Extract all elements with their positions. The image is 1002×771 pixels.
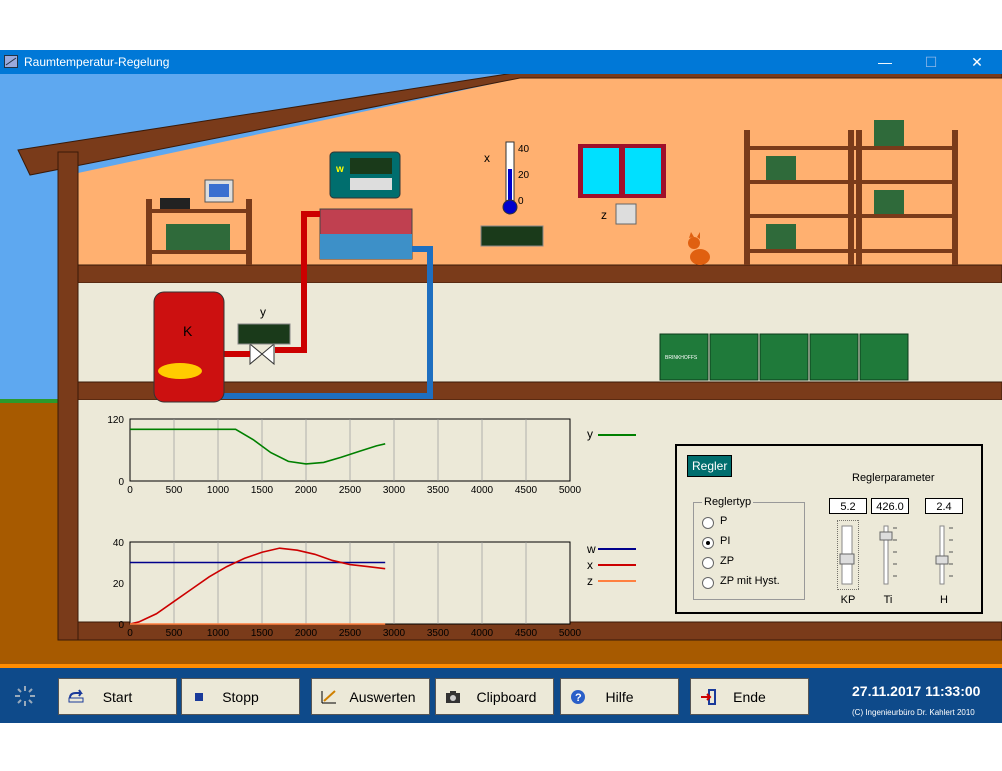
hilfe-button[interactable]: ? Hilfe bbox=[560, 678, 679, 715]
disturbance-icon[interactable] bbox=[615, 203, 637, 225]
reglertyp-title: Reglertyp bbox=[702, 496, 754, 508]
radio-pi-label: PI bbox=[720, 535, 731, 547]
chart-0-x-tick: 3000 bbox=[383, 485, 406, 496]
ti-label: Ti bbox=[883, 594, 893, 606]
floor-slab bbox=[77, 264, 1002, 284]
legend-x: x bbox=[587, 558, 593, 572]
chart-1-x-tick: 5000 bbox=[559, 628, 582, 639]
legend-z: z bbox=[587, 574, 593, 588]
grass bbox=[0, 399, 60, 403]
room-window bbox=[578, 144, 666, 198]
chart-0-x-tick: 1000 bbox=[207, 485, 230, 496]
radio-p-label: P bbox=[720, 515, 728, 527]
chart-1-y-tick: 0 bbox=[118, 620, 124, 631]
chart-0-x-tick: 500 bbox=[166, 485, 183, 496]
left-wall bbox=[57, 151, 79, 641]
radio-zp-label: ZP bbox=[720, 555, 735, 567]
regler-button[interactable]: Regler bbox=[687, 455, 733, 477]
chart-1-x-tick: 0 bbox=[127, 628, 133, 639]
thermo-tick-40: 40 bbox=[518, 144, 530, 155]
params-title: Reglerparameter bbox=[852, 472, 935, 484]
h-slider[interactable] bbox=[933, 520, 955, 590]
reglertyp-group: Reglertyp P PI ZP ZP mit Hyst. bbox=[693, 496, 805, 600]
chart-0-x-tick: 0 bbox=[127, 485, 133, 496]
ti-value: 426.0 bbox=[871, 498, 909, 514]
app-window: Raumtemperatur-Regelung — ☐ ✕ z 40 20 0 … bbox=[0, 50, 1002, 723]
z-label: z bbox=[601, 208, 607, 222]
kp-label: KP bbox=[840, 594, 856, 606]
start-label: Start bbox=[102, 689, 133, 705]
y-label: y bbox=[260, 305, 266, 319]
legend-w: w bbox=[586, 542, 596, 556]
h-label: H bbox=[940, 594, 948, 606]
thermo-tick-20: 20 bbox=[518, 170, 530, 181]
radio-pi-dot[interactable] bbox=[702, 537, 714, 549]
setpoint-controller[interactable] bbox=[329, 151, 401, 199]
ende-label: Ende bbox=[733, 689, 766, 705]
chart-0-x-tick: 4500 bbox=[515, 485, 538, 496]
start-button[interactable]: Start bbox=[58, 678, 177, 715]
bottom-toolbar: Start Stopp Auswerten Clipboard ? Hilfe … bbox=[0, 668, 1002, 723]
chart-0-y-tick: 0 bbox=[118, 477, 124, 488]
chart-1-x-tick: 1000 bbox=[207, 628, 230, 639]
title-bar: Raumtemperatur-Regelung — ☐ ✕ bbox=[0, 50, 1002, 74]
chart-0-x-tick: 2500 bbox=[339, 485, 362, 496]
chart-1-x-tick: 2500 bbox=[339, 628, 362, 639]
params-group: 5.2 426.0 2.4 KP Ti H bbox=[829, 498, 969, 608]
legend-y: y bbox=[587, 427, 593, 441]
chart-0-y-tick: 120 bbox=[107, 415, 124, 426]
chart-1-x-tick: 2000 bbox=[295, 628, 318, 639]
copyright: (C) Ingenieurbüro Dr. Kahlert 2010 bbox=[852, 708, 975, 717]
w-label: w bbox=[335, 164, 344, 175]
x-display bbox=[480, 225, 544, 247]
hilfe-label: Hilfe bbox=[605, 689, 634, 705]
kp-slider[interactable] bbox=[837, 520, 859, 590]
window-title: Raumtemperatur-Regelung bbox=[24, 55, 170, 69]
chart-0-x-tick: 3500 bbox=[427, 485, 450, 496]
chart-0-x-tick: 1500 bbox=[251, 485, 274, 496]
chart-1-x-tick: 3000 bbox=[383, 628, 406, 639]
chart-1-x-tick: 4000 bbox=[471, 628, 494, 639]
auswerten-label: Auswerten bbox=[349, 689, 416, 705]
regler-panel: Regler Reglerparameter Reglertyp P PI ZP… bbox=[675, 444, 983, 614]
chart-1-x-tick: 1500 bbox=[251, 628, 274, 639]
app-icon bbox=[4, 55, 18, 68]
radio-zp-hyst-dot[interactable] bbox=[702, 577, 714, 589]
radio-p-dot[interactable] bbox=[702, 517, 714, 529]
k-label: K bbox=[183, 323, 193, 339]
chart-0-x-tick: 5000 bbox=[559, 485, 582, 496]
datetime-display: 27.11.2017 11:33:00 bbox=[852, 683, 981, 699]
thermo-tick-0: 0 bbox=[518, 196, 524, 207]
chart-0-x-tick: 2000 bbox=[295, 485, 318, 496]
kp-value: 5.2 bbox=[829, 498, 867, 514]
ende-button[interactable]: Ende bbox=[690, 678, 809, 715]
chart-0-x-tick: 4000 bbox=[471, 485, 494, 496]
stopp-label: Stopp bbox=[222, 689, 259, 705]
ti-slider[interactable] bbox=[877, 520, 899, 590]
busy-spinner-icon bbox=[15, 686, 35, 706]
minimize-button[interactable]: — bbox=[862, 50, 908, 74]
boiler bbox=[153, 291, 225, 403]
maximize-button[interactable]: ☐ bbox=[908, 50, 954, 74]
auswerten-button[interactable]: Auswerten bbox=[311, 678, 430, 715]
y-display bbox=[237, 323, 291, 345]
chart-1-x-tick: 4500 bbox=[515, 628, 538, 639]
clipboard-label: Clipboard bbox=[476, 689, 537, 705]
stopp-button[interactable]: Stopp bbox=[181, 678, 300, 715]
chart-1-x-tick: 3500 bbox=[427, 628, 450, 639]
radio-zp-hyst-label: ZP mit Hyst. bbox=[720, 575, 780, 587]
h-value: 2.4 bbox=[925, 498, 963, 514]
clipboard-button[interactable]: Clipboard bbox=[435, 678, 554, 715]
radio-zp-dot[interactable] bbox=[702, 557, 714, 569]
x-label: x bbox=[484, 151, 490, 165]
crate-label: BRINKHOFFS bbox=[665, 355, 698, 361]
radiator bbox=[319, 208, 413, 260]
chart-1-x-tick: 500 bbox=[166, 628, 183, 639]
chart-1-y-tick: 20 bbox=[113, 579, 125, 590]
close-button[interactable]: ✕ bbox=[954, 50, 1000, 74]
chart-1-y-tick: 40 bbox=[113, 538, 125, 549]
